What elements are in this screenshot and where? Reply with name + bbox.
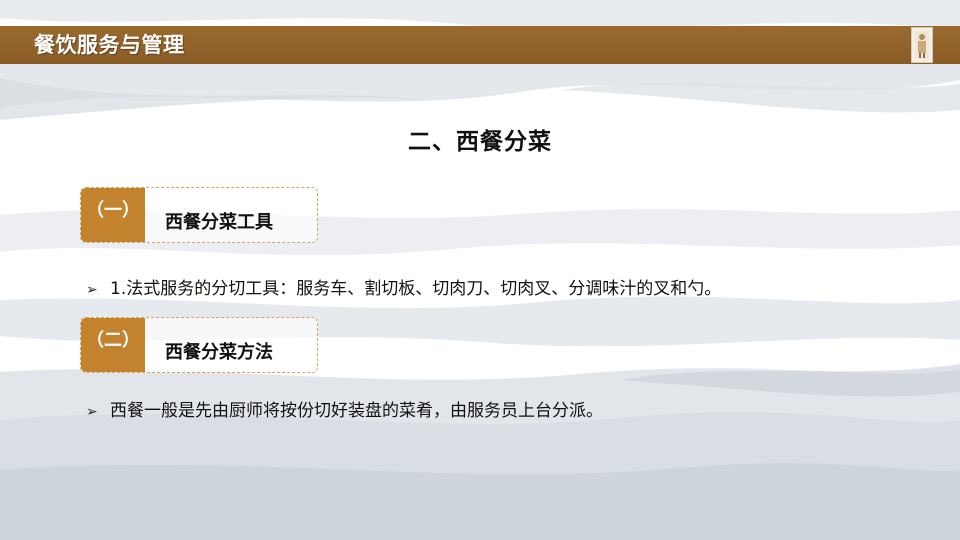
section-label: 西餐分菜方法 (165, 342, 273, 363)
header-figure-icon (911, 27, 933, 63)
section-tag: （二） (81, 318, 145, 372)
bullet-item: ➢ 西餐一般是先由厨师将按份切好装盘的菜肴，由服务员上台分派。 (86, 396, 603, 421)
section-box-methods: （二） 西餐分菜方法 (80, 317, 318, 373)
bullet-text: 西餐一般是先由厨师将按份切好装盘的菜肴，由服务员上台分派。 (110, 401, 603, 421)
bullet-text: 1.法式服务的分切工具：服务车、割切板、切肉刀、切肉叉、分调味汁的叉和勺。 (110, 279, 722, 299)
wave-background (0, 0, 960, 540)
arrow-bullet-icon: ➢ (86, 282, 98, 298)
section-label: 西餐分菜工具 (165, 212, 273, 233)
slide: 餐饮服务与管理 二、西餐分菜 （一） 西餐分菜工具 ➢ 1.法式服务的分切工具：服… (0, 0, 960, 540)
section-tag: （一） (81, 188, 145, 242)
arrow-bullet-icon: ➢ (86, 404, 98, 420)
section-box-tools: （一） 西餐分菜工具 (80, 187, 318, 243)
header-title: 餐饮服务与管理 (34, 33, 185, 57)
bullet-item: ➢ 1.法式服务的分切工具：服务车、割切板、切肉刀、切肉叉、分调味汁的叉和勺。 (86, 274, 721, 299)
slide-title: 二、西餐分菜 (408, 129, 552, 155)
